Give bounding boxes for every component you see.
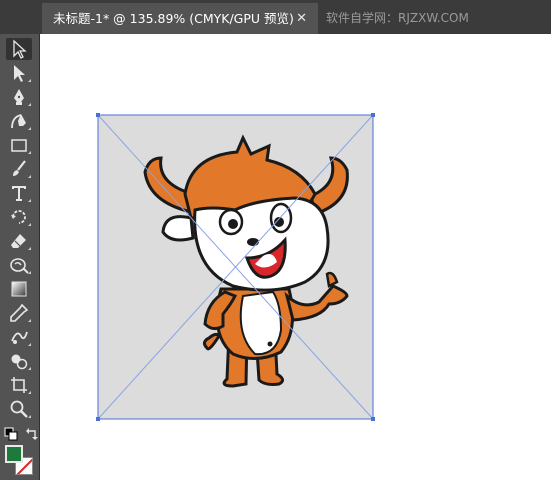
blend-icon	[11, 331, 28, 344]
handle-top-right[interactable]	[371, 113, 375, 117]
curvature-icon	[11, 114, 26, 129]
pen-tool-button[interactable]	[6, 86, 32, 108]
document-tab-active[interactable]: 未标题-1* @ 135.89% (CMYK/GPU 预览) ✕	[42, 3, 318, 34]
type-tool-button[interactable]	[6, 182, 32, 204]
swap-arrow-icon	[26, 428, 38, 440]
rotate-tool-button[interactable]	[6, 206, 32, 228]
rectangle-tool-button[interactable]	[6, 134, 32, 156]
gradient-tool-button[interactable]	[6, 278, 32, 300]
artboard-tool-button[interactable]	[6, 374, 32, 396]
default-colors-icon	[4, 427, 18, 441]
eyedropper-icon	[10, 303, 29, 322]
brush-icon	[13, 160, 26, 176]
submenu-corner-icon	[28, 367, 31, 370]
artboard-icon	[11, 377, 27, 393]
zoom-tool-button[interactable]	[6, 398, 32, 420]
submenu-corner-icon	[28, 103, 31, 106]
warp-icon	[10, 258, 29, 274]
document-tab-bar: 未标题-1* @ 135.89% (CMYK/GPU 预览) ✕ 软件自学网：R…	[0, 0, 551, 34]
submenu-corner-icon	[28, 343, 31, 346]
submenu-corner-icon	[28, 151, 31, 154]
direct-selection-tool-button[interactable]	[6, 62, 32, 84]
handle-bottom-left[interactable]	[96, 417, 100, 421]
shape-builder-icon	[11, 354, 28, 370]
curvature-tool-button[interactable]	[6, 110, 32, 132]
eraser-icon	[11, 234, 26, 248]
placed-image[interactable]	[41, 34, 551, 480]
paintbrush-tool-button[interactable]	[6, 158, 32, 180]
selection-tool-button[interactable]	[6, 38, 32, 60]
submenu-corner-icon	[28, 175, 31, 178]
handle-top-left[interactable]	[96, 113, 100, 117]
eraser-tool-button[interactable]	[6, 230, 32, 252]
submenu-corner-icon	[28, 199, 31, 202]
pen-icon	[14, 89, 24, 105]
submenu-corner-icon	[28, 391, 31, 394]
artboard-canvas[interactable]	[41, 34, 551, 480]
tools-panel	[0, 34, 40, 480]
document-tab-title: 未标题-1* @ 135.89% (CMYK/GPU 预览)	[53, 11, 294, 26]
type-icon	[12, 186, 26, 201]
submenu-corner-icon	[28, 415, 31, 418]
arrow-white-icon	[14, 65, 25, 82]
blend-tool-button[interactable]	[6, 326, 32, 348]
shape-builder-tool-button[interactable]	[6, 350, 32, 372]
zoom-icon	[10, 400, 28, 418]
handle-bottom-right[interactable]	[371, 417, 375, 421]
submenu-corner-icon	[28, 223, 31, 226]
rectangle-icon	[11, 139, 27, 152]
default-colors-button[interactable]	[4, 426, 18, 441]
arrow-black-icon	[13, 39, 27, 59]
warp-tool-button[interactable]	[6, 254, 32, 276]
rotate-icon	[11, 210, 26, 224]
submenu-corner-icon	[28, 79, 31, 82]
submenu-corner-icon	[28, 271, 31, 274]
submenu-corner-icon	[28, 127, 31, 130]
submenu-corner-icon	[28, 319, 31, 322]
gradient-icon	[11, 281, 27, 297]
fill-color-swatch[interactable]	[5, 445, 23, 463]
submenu-corner-icon	[28, 247, 31, 250]
eyedropper-tool-button[interactable]	[6, 302, 32, 324]
close-icon[interactable]: ✕	[296, 3, 307, 34]
watermark-text: 软件自学网：RJZXW.COM	[326, 11, 469, 25]
swap-colors-button[interactable]	[25, 426, 39, 440]
